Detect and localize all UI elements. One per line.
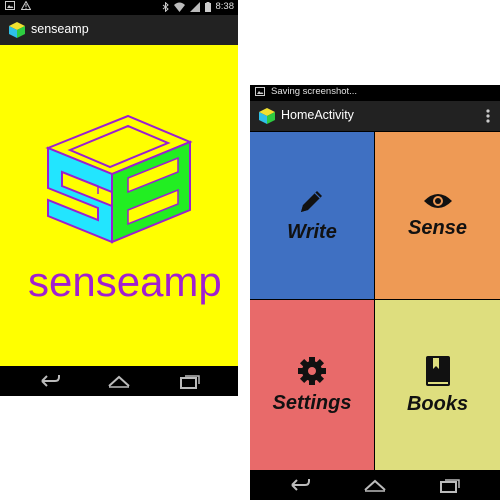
warning-icon [21, 1, 31, 10]
action-bar: HomeActivity [250, 101, 500, 131]
status-bar: Saving screenshot... [250, 85, 500, 100]
bluetooth-icon [162, 1, 169, 12]
sense-tile[interactable]: Sense [375, 132, 500, 299]
image-notification-icon [255, 87, 265, 96]
write-label: Write [287, 221, 337, 243]
image-notification-icon [5, 1, 15, 10]
status-message: Saving screenshot... [271, 86, 358, 97]
overflow-menu-icon[interactable] [486, 109, 490, 123]
navigation-bar [0, 366, 238, 396]
status-bar: 8:38 [0, 0, 238, 15]
action-bar: senseamp [0, 15, 238, 45]
book-icon [425, 355, 450, 386]
settings-tile[interactable]: Settings [250, 300, 374, 470]
back-icon[interactable] [38, 372, 62, 390]
home-activity-screen: Saving screenshot... HomeActivity Write … [250, 85, 500, 500]
splash-screen: 8:38 senseamp senseamp [0, 0, 238, 396]
wifi-icon [173, 2, 185, 12]
splash-wordmark: senseamp [28, 258, 222, 305]
home-icon[interactable] [363, 476, 387, 494]
status-time: 8:38 [215, 1, 235, 12]
navigation-bar [250, 470, 500, 500]
sense-label: Sense [408, 217, 467, 239]
activity-title: HomeActivity [281, 108, 354, 122]
app-title: senseamp [31, 22, 89, 36]
app-logo-icon [259, 108, 275, 124]
gear-icon [298, 356, 326, 385]
app-logo-icon [9, 22, 25, 38]
books-label: Books [406, 392, 469, 415]
eye-icon [423, 194, 452, 208]
home-icon[interactable] [107, 372, 131, 390]
settings-label: Settings [272, 391, 352, 414]
battery-icon [204, 1, 211, 12]
recent-apps-icon[interactable] [438, 476, 462, 494]
books-tile[interactable]: Books [375, 300, 500, 470]
senseamp-logo-icon [45, 114, 193, 244]
recent-apps-icon[interactable] [178, 372, 202, 390]
signal-icon [189, 1, 200, 12]
write-tile[interactable]: Write [250, 132, 374, 299]
pencil-icon [301, 191, 322, 212]
back-icon[interactable] [288, 476, 312, 494]
